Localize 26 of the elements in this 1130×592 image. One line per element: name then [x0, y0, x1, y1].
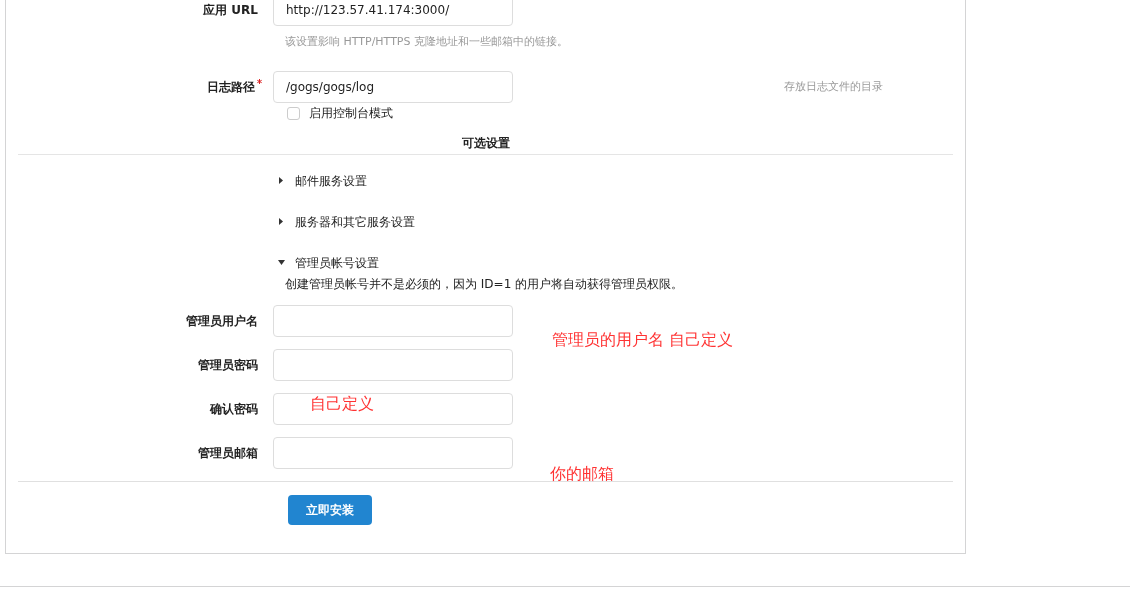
field-hint: 该设置影响 HTTP/HTTPS 克隆地址和一些邮箱中的链接。: [285, 33, 568, 50]
caret-right-icon: [279, 177, 283, 184]
field-label: 管理员密码: [197, 357, 259, 374]
text-input[interactable]: [273, 393, 513, 425]
field-label: 管理员用户名: [185, 313, 259, 330]
caret-right-icon: [279, 218, 283, 225]
annotation-text: 自己定义: [310, 393, 374, 415]
field-label: 管理员邮箱: [197, 445, 259, 462]
collapsible-section[interactable]: 邮件服务设置: [278, 160, 953, 201]
install-button[interactable]: 立即安装: [288, 495, 372, 525]
text-input[interactable]: [273, 437, 513, 469]
admin-note: 创建管理员帐号并不是必须的，因为 ID=1 的用户将自动获得管理员权限。: [285, 276, 684, 293]
collapsible-section[interactable]: 服务器和其它服务设置: [278, 201, 953, 242]
url-input[interactable]: http://123.57.41.174:3000/: [273, 0, 513, 26]
field-label: 日志路径: [207, 79, 255, 96]
annotation-text: 管理员的用户名 自己定义: [552, 329, 734, 351]
checkbox-label: 启用控制台模式: [309, 105, 393, 122]
text-input[interactable]: [273, 305, 513, 337]
text-input[interactable]: [273, 349, 513, 381]
field-help: 存放日志文件的目录: [784, 78, 883, 95]
section-header: 可选设置: [461, 135, 510, 152]
annotation-text: 你的邮箱: [550, 463, 614, 485]
log-path-input[interactable]: /gogs/gogs/log: [273, 71, 513, 103]
field-label: 应用 URL: [202, 2, 259, 19]
field-label: 确认密码: [208, 401, 259, 418]
caret-down-icon: [278, 260, 285, 265]
